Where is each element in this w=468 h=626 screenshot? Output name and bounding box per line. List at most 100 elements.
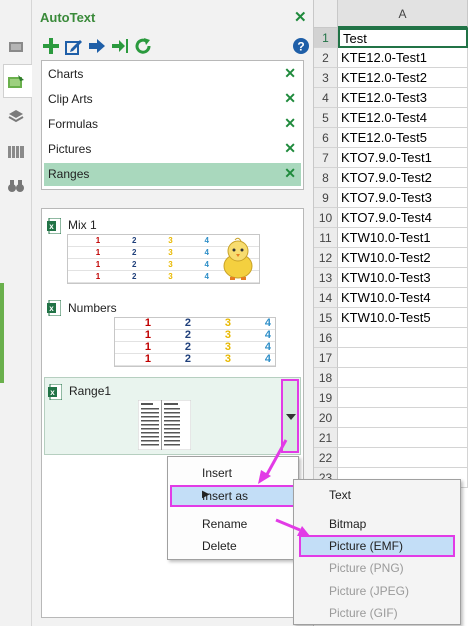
- row-number[interactable]: 5: [314, 108, 338, 128]
- sheet-cell[interactable]: KTO7.9.0-Test3: [338, 188, 468, 208]
- sheet-cell[interactable]: KTE12.0-Test4: [338, 108, 468, 128]
- sheet-cell[interactable]: KTO7.9.0-Test1: [338, 148, 468, 168]
- select-all-corner[interactable]: [314, 0, 338, 28]
- menu-item-rename[interactable]: Rename: [202, 517, 247, 531]
- row-number[interactable]: 4: [314, 88, 338, 108]
- entry-thumbnail-mix[interactable]: 1234 1234 1234 1234: [67, 234, 260, 284]
- category-item-formulas[interactable]: Formulas ✕: [44, 113, 301, 136]
- entry-card-range1[interactable]: x Range1: [44, 377, 301, 455]
- category-label: Formulas: [48, 117, 99, 131]
- row-number[interactable]: 10: [314, 208, 338, 228]
- delete-category-icon[interactable]: ✕: [284, 115, 296, 132]
- delete-category-icon[interactable]: ✕: [284, 90, 296, 107]
- submenu-item-picture-emf[interactable]: Picture (EMF): [299, 535, 455, 557]
- sheet-cell[interactable]: [338, 368, 468, 388]
- sheet-cell[interactable]: KTW10.0-Test1: [338, 228, 468, 248]
- entry-dropdown-button[interactable]: [281, 379, 299, 453]
- sheet-cell[interactable]: [338, 328, 468, 348]
- export-icon[interactable]: [111, 37, 129, 55]
- submenu-item-picture-emf-label: Picture (EMF): [329, 539, 404, 553]
- range-thumbnail: [138, 400, 191, 450]
- entry-name-range1: Range1: [69, 384, 112, 398]
- submenu-item-text[interactable]: Text: [329, 488, 351, 502]
- sheet-cell[interactable]: [338, 448, 468, 468]
- row-number[interactable]: 18: [314, 368, 338, 388]
- submenu-item-bitmap[interactable]: Bitmap: [329, 517, 366, 531]
- menu-item-delete[interactable]: Delete: [202, 539, 237, 553]
- row-number[interactable]: 7: [314, 148, 338, 168]
- category-item-ranges[interactable]: Ranges ✕: [44, 163, 301, 186]
- row-number[interactable]: 1: [314, 28, 338, 48]
- row-number[interactable]: 13: [314, 268, 338, 288]
- autotext-tab-icon[interactable]: [7, 74, 25, 90]
- column-list-icon[interactable]: [7, 144, 25, 160]
- sheet-cell[interactable]: KTE12.0-Test5: [338, 128, 468, 148]
- sheet-cell[interactable]: KTW10.0-Test3: [338, 268, 468, 288]
- svg-text:x: x: [50, 388, 55, 397]
- sheet-row: 17: [314, 348, 468, 368]
- row-number[interactable]: 11: [314, 228, 338, 248]
- row-number[interactable]: 8: [314, 168, 338, 188]
- sheet-cell[interactable]: KTE12.0-Test3: [338, 88, 468, 108]
- sheet-cell[interactable]: KTO7.9.0-Test2: [338, 168, 468, 188]
- sheet-cell[interactable]: [338, 388, 468, 408]
- row-number[interactable]: 12: [314, 248, 338, 268]
- sheet-row: 21: [314, 428, 468, 448]
- row-number[interactable]: 2: [314, 48, 338, 68]
- binoculars-icon[interactable]: [7, 178, 25, 194]
- row-number[interactable]: 14: [314, 288, 338, 308]
- menu-item-insert[interactable]: Insert: [202, 466, 232, 480]
- row-number[interactable]: 16: [314, 328, 338, 348]
- delete-category-icon[interactable]: ✕: [284, 165, 296, 182]
- row-number[interactable]: 22: [314, 448, 338, 468]
- category-label: Clip Arts: [48, 92, 93, 106]
- sheet-row: 13 KTW10.0-Test3: [314, 268, 468, 288]
- close-pane-button[interactable]: ✕: [294, 8, 307, 26]
- entry-thumbnail-numbers[interactable]: 1234 1234 1234 1234: [114, 317, 276, 367]
- sheet-row: 3 KTE12.0-Test2: [314, 68, 468, 88]
- sheet-cell[interactable]: [338, 408, 468, 428]
- sheet-cell[interactable]: KTE12.0-Test1: [338, 48, 468, 68]
- sheet-row: 19: [314, 388, 468, 408]
- refresh-icon[interactable]: [134, 37, 152, 55]
- import-icon[interactable]: [88, 37, 106, 55]
- row-number[interactable]: 9: [314, 188, 338, 208]
- category-label: Ranges: [48, 167, 90, 181]
- comment-panel-icon[interactable]: [7, 40, 25, 56]
- sheet-cell[interactable]: KTO7.9.0-Test4: [338, 208, 468, 228]
- sheet-cell[interactable]: KTW10.0-Test2: [338, 248, 468, 268]
- sheet-row: 16: [314, 328, 468, 348]
- pane-title: AutoText: [40, 10, 96, 25]
- delete-category-icon[interactable]: ✕: [284, 140, 296, 157]
- submenu-item-picture-jpeg: Picture (JPEG): [329, 584, 410, 598]
- help-icon[interactable]: ?: [292, 37, 310, 55]
- category-item-clip-arts[interactable]: Clip Arts ✕: [44, 88, 301, 111]
- row-number[interactable]: 6: [314, 128, 338, 148]
- row-number[interactable]: 17: [314, 348, 338, 368]
- add-icon[interactable]: [42, 37, 60, 55]
- sheet-row: 6 KTE12.0-Test5: [314, 128, 468, 148]
- active-cell[interactable]: Test: [338, 28, 468, 48]
- entry-name-mix: Mix 1: [68, 218, 97, 232]
- sheet-cell[interactable]: KTE12.0-Test2: [338, 68, 468, 88]
- sheet-cell[interactable]: [338, 348, 468, 368]
- row-number[interactable]: 15: [314, 308, 338, 328]
- row-number[interactable]: 21: [314, 428, 338, 448]
- sheet-cell[interactable]: KTW10.0-Test4: [338, 288, 468, 308]
- category-item-pictures[interactable]: Pictures ✕: [44, 138, 301, 161]
- submenu-item-picture-gif: Picture (GIF): [329, 606, 398, 620]
- sheet-cell[interactable]: KTW10.0-Test5: [338, 308, 468, 328]
- collapse-handle[interactable]: [0, 283, 4, 383]
- sheet-row: 10 KTO7.9.0-Test4: [314, 208, 468, 228]
- category-item-charts[interactable]: Charts ✕: [44, 63, 301, 86]
- sheet-cell[interactable]: [338, 428, 468, 448]
- row-number[interactable]: 20: [314, 408, 338, 428]
- resource-library-icon[interactable]: [7, 108, 25, 124]
- menu-item-insert-as[interactable]: Insert as ▶: [170, 485, 297, 507]
- delete-category-icon[interactable]: ✕: [284, 65, 296, 82]
- row-number[interactable]: 19: [314, 388, 338, 408]
- submenu-item-picture-png: Picture (PNG): [329, 561, 404, 575]
- edit-icon[interactable]: [65, 37, 83, 55]
- row-number[interactable]: 3: [314, 68, 338, 88]
- column-header-a[interactable]: A: [338, 0, 468, 28]
